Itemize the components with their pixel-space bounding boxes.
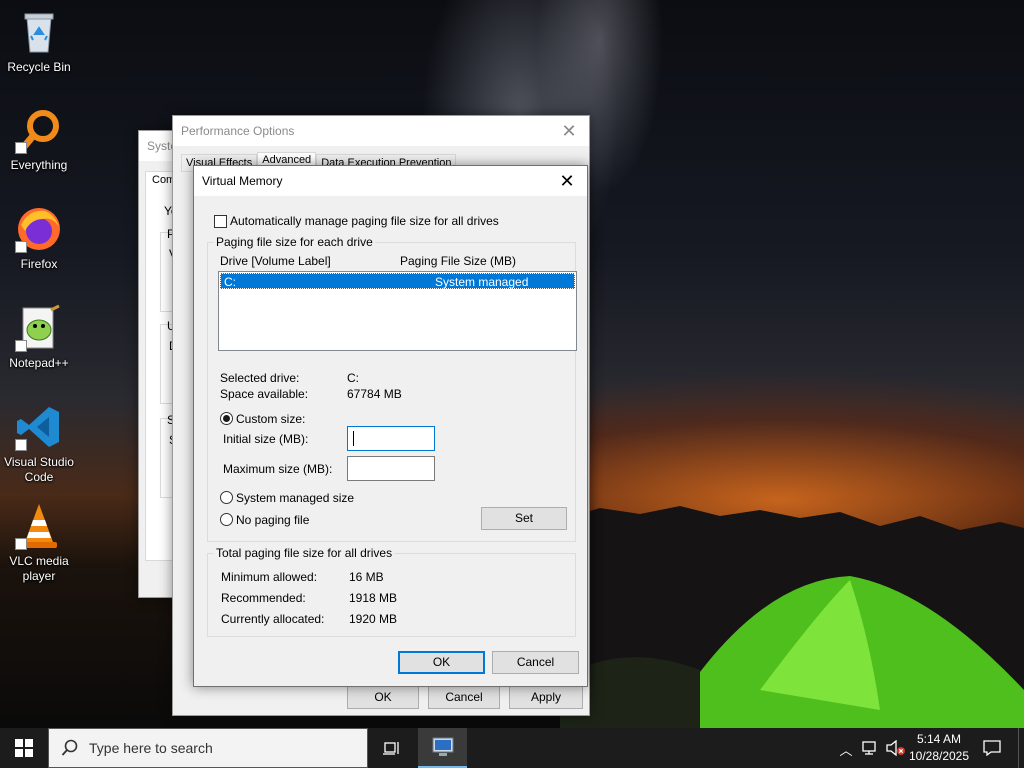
space-available-label: Space available: (220, 387, 309, 401)
group-label: Total paging file size for all drives (214, 546, 395, 560)
shortcut-arrow-icon (15, 142, 27, 154)
desktop-icon-notepad-plus-plus[interactable]: Notepad++ (1, 304, 77, 371)
minimum-allowed-value: 16 MB (349, 570, 384, 584)
everything-search-icon (15, 106, 63, 154)
initial-size-label: Initial size (MB): (223, 432, 309, 446)
desktop-icon-label: Everything (10, 158, 68, 172)
space-available-value: 67784 MB (347, 387, 402, 401)
recommended-value: 1918 MB (349, 591, 398, 605)
show-desktop-button[interactable] (1018, 728, 1024, 768)
desktop-icon-label: Notepad++ (9, 356, 69, 370)
custom-size-radio[interactable] (220, 412, 233, 425)
auto-manage-checkbox[interactable] (214, 215, 227, 228)
total-paging-group: Total paging file size for all drives Mi… (207, 546, 576, 637)
desktop-icon-everything[interactable]: Everything (1, 106, 77, 173)
cancel-button[interactable]: Cancel (492, 651, 579, 674)
column-header-drive: Drive [Volume Label] (220, 254, 331, 268)
search-icon (61, 739, 78, 756)
no-paging-radio[interactable] (220, 513, 233, 526)
maximum-size-label: Maximum size (MB): (223, 462, 333, 476)
ok-button[interactable]: OK (398, 651, 485, 674)
vscode-icon (15, 403, 63, 451)
selected-drive-label: Selected drive: (220, 371, 300, 385)
initial-size-input[interactable] (347, 426, 435, 451)
selected-drive-value: C: (347, 371, 359, 385)
desktop-icon-label: Visual Studio Code (4, 455, 74, 484)
volume-muted-icon[interactable] (886, 740, 906, 756)
virtual-memory-titlebar: Virtual Memory ✕ (194, 166, 587, 196)
recommended-label: Recommended: (221, 591, 306, 605)
maximum-size-input[interactable] (347, 456, 435, 481)
currently-allocated-value: 1920 MB (349, 612, 398, 626)
shortcut-arrow-icon (15, 340, 27, 352)
notepad-plus-plus-icon (15, 304, 63, 352)
list-item[interactable]: C: System managed (220, 273, 575, 289)
desktop-icon-firefox[interactable]: Firefox (1, 205, 77, 272)
taskbar-search-box[interactable]: Type here to search (48, 728, 368, 768)
windows-logo-icon (15, 739, 33, 757)
task-view-icon (383, 742, 399, 755)
currently-allocated-label: Currently allocated: (221, 612, 325, 626)
taskbar-app-system-properties[interactable] (418, 728, 467, 768)
group-label: Paging file size for each drive (214, 235, 375, 249)
auto-manage-label[interactable]: Automatically manage paging file size fo… (230, 214, 499, 228)
drive-cell: C: (224, 275, 236, 289)
vlc-icon (15, 502, 63, 550)
desktop-icon-vscode[interactable]: Visual Studio Code (1, 403, 77, 485)
close-icon[interactable]: ✕ (549, 116, 589, 146)
shortcut-arrow-icon (15, 241, 27, 253)
text-cursor (353, 431, 354, 446)
apply-button[interactable]: Apply (509, 686, 583, 709)
show-hidden-icons-chevron-up-icon[interactable]: ︿ (838, 740, 854, 758)
performance-options-titlebar: Performance Options ✕ (173, 116, 589, 146)
no-paging-label[interactable]: No paging file (236, 513, 309, 527)
search-placeholder: Type here to search (89, 740, 213, 756)
task-view-button[interactable] (372, 728, 412, 768)
system-managed-label[interactable]: System managed size (236, 491, 354, 505)
custom-size-label[interactable]: Custom size: (236, 412, 305, 426)
drive-list[interactable]: C: System managed (218, 271, 577, 351)
ok-button[interactable]: OK (347, 686, 419, 709)
clock[interactable]: 5:14 AM 10/28/2025 (908, 731, 970, 765)
firefox-icon (15, 205, 63, 253)
notification-center-icon[interactable] (983, 740, 1001, 756)
system-properties-icon (432, 737, 453, 756)
shortcut-arrow-icon (15, 439, 27, 451)
virtual-memory-dialog: Virtual Memory ✕ Automatically manage pa… (193, 165, 588, 687)
start-button[interactable] (0, 728, 48, 768)
recycle-bin-icon (15, 8, 63, 56)
taskbar: Type here to search ︿ 5:14 AM 10/28/2025 (0, 728, 1024, 768)
desktop-icon-vlc[interactable]: VLC media player (1, 502, 77, 584)
set-button[interactable]: Set (481, 507, 567, 530)
system-managed-radio[interactable] (220, 491, 233, 504)
desktop-icon-label: Recycle Bin (7, 60, 71, 74)
shortcut-arrow-icon (15, 538, 27, 550)
desktop-icon-label: Firefox (20, 257, 58, 271)
paging-file-group: Paging file size for each drive Drive [V… (207, 235, 577, 542)
network-icon[interactable] (862, 740, 880, 756)
cancel-button[interactable]: Cancel (428, 686, 500, 709)
clock-date: 10/28/2025 (908, 749, 970, 763)
desktop-icon-label: VLC media player (9, 554, 69, 583)
size-cell: System managed (435, 275, 529, 289)
minimum-allowed-label: Minimum allowed: (221, 570, 318, 584)
clock-time: 5:14 AM (916, 732, 962, 746)
window-title: Virtual Memory (202, 174, 283, 188)
desktop-icon-recycle-bin[interactable]: Recycle Bin (1, 8, 77, 75)
column-header-size: Paging File Size (MB) (400, 254, 517, 268)
close-icon[interactable]: ✕ (547, 166, 587, 196)
window-title: Performance Options (181, 124, 295, 138)
